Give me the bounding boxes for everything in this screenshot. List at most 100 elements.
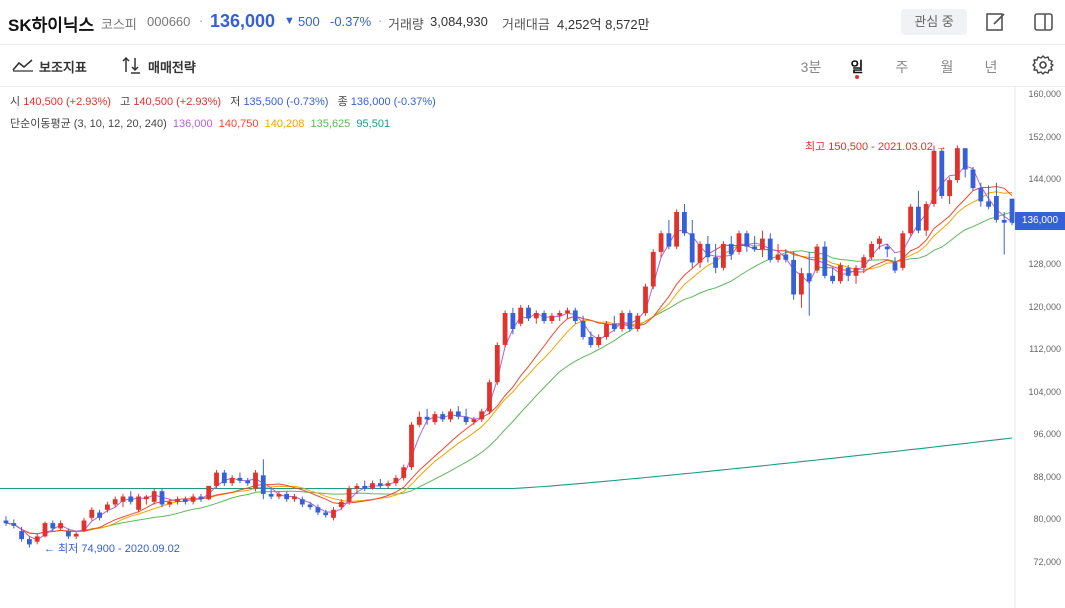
candle-body [455,411,461,417]
candle-body [237,477,243,481]
candle-body [377,483,383,486]
candle-body [292,496,297,500]
settings-gear-icon[interactable] [1032,54,1054,81]
period-month-tab[interactable]: 월 [935,57,959,77]
y-axis-label: 112,000 [1029,344,1061,354]
ma12-line [5,191,1013,535]
candle-body [268,493,274,497]
candle-body [315,507,321,513]
candle-body [619,313,625,329]
candle-body [674,212,679,247]
trade-amount-value: 4,252억 8,572만 [557,17,650,32]
candle-body [409,424,414,468]
candle-body [73,533,79,537]
candle-body [900,233,906,268]
candle-body [510,313,516,329]
change-down-arrow-icon: ▼ [284,15,295,27]
candle-body [105,504,110,510]
candle-body [27,539,32,545]
candle-body [728,243,734,255]
period-day-tab[interactable]: 일 [845,57,869,77]
active-period-indicator [855,75,859,79]
candle-body [198,496,204,500]
candle-body [970,169,976,189]
candle-body [713,257,718,268]
candle-body [416,416,422,425]
candle-body [658,233,664,252]
y-axis-label: 160,000 [1028,89,1061,99]
candlestick-chart[interactable] [0,87,1065,608]
candle-body [393,477,399,484]
candle-body [931,150,937,204]
candle-body [1009,198,1015,223]
candle-body [736,233,742,252]
candle-body [144,496,149,500]
panel-toggle-icon[interactable] [1033,11,1055,33]
candle-body [549,315,555,321]
y-axis-label: 88,000 [1033,472,1061,482]
ma3-line [5,165,1013,541]
candle-body [260,475,266,494]
candle-body [11,523,17,526]
y-axis-label: 72,000 [1033,557,1061,567]
candle-body [588,337,594,345]
candle-body [58,523,63,529]
candle-body [354,485,360,489]
candle-body [136,496,141,510]
period-3min-tab[interactable]: 3분 [799,57,823,77]
ma10-line [5,185,1013,535]
candle-body [34,536,40,542]
candle-body [448,411,453,420]
strategy-icon[interactable] [121,56,143,79]
period-year-tab[interactable]: 년 [979,57,1003,77]
candle-body [97,512,102,518]
candle-body [307,504,313,508]
candle-body [42,523,48,537]
candle-body [884,246,890,250]
candle-body [557,313,563,316]
indicator-icon[interactable] [12,58,34,77]
candle-body [533,313,539,319]
candle-body [752,246,757,250]
candle-body [799,273,804,295]
stock-name[interactable]: SK하이닉스 [8,11,94,36]
volume-value: 3,084,930 [430,14,488,29]
candle-body [689,233,695,263]
separator-dot: · [378,13,383,28]
candle-body [994,196,999,220]
candle-body [19,531,24,540]
favorite-button[interactable]: 관심 중 [901,9,967,35]
candle-body [487,382,492,412]
candle-body [3,520,9,524]
trade-amount-label: 거래대금 [502,17,550,32]
candle-body [346,488,352,502]
candle-body [424,416,430,420]
candle-body [81,520,87,532]
strategy-button[interactable]: 매매전략 [148,57,196,76]
candle-body [338,501,344,508]
candle-body [845,267,851,276]
candle-body [853,267,859,276]
candle-body [463,416,469,423]
candle-body [666,233,672,247]
candle-body [643,286,648,314]
low-price-annotation: ← 최저 74,900 - 2020.09.02 [44,543,180,555]
candle-body [323,512,329,516]
candle-body [206,485,212,500]
candle-body [432,414,438,423]
period-week-tab[interactable]: 주 [890,57,914,77]
candle-body [331,509,336,518]
indicator-button[interactable]: 보조지표 [39,57,87,76]
edit-icon[interactable] [985,11,1007,33]
candle-body [978,188,984,202]
candle-body [479,411,485,420]
y-axis-label: 104,000 [1028,387,1061,397]
candle-body [572,310,578,321]
candle-body [151,491,157,502]
candle-body [830,275,835,282]
candle-body [175,499,180,502]
candle-body [721,243,726,268]
candle-body [471,419,477,423]
candle-body [245,480,251,484]
candle-body [401,467,407,478]
